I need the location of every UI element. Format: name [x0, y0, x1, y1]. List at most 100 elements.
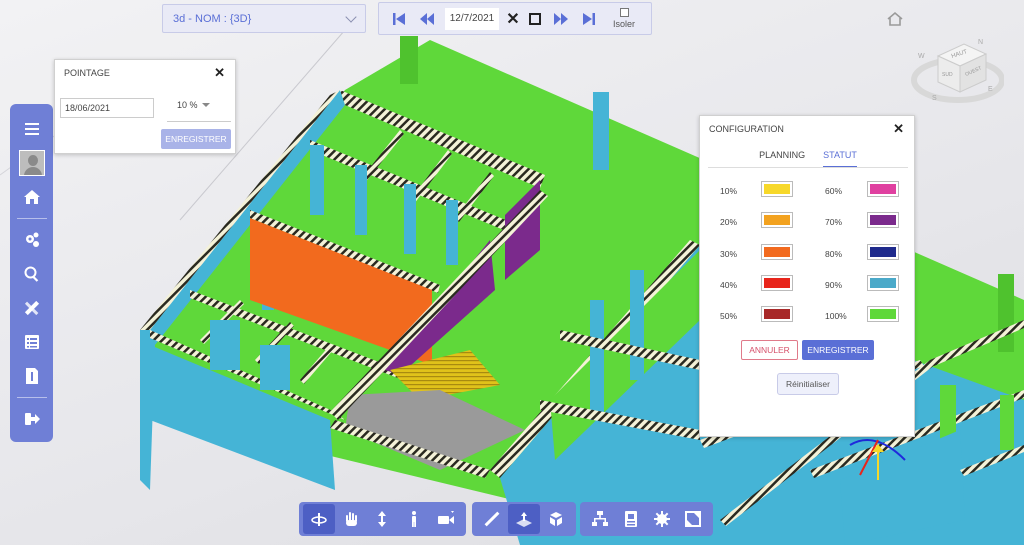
fullscreen-button[interactable]: [678, 504, 709, 534]
isoler-checkbox[interactable]: [619, 8, 629, 17]
swatch-fill: [764, 309, 790, 319]
percent-value: 10 %: [177, 100, 198, 110]
clear-date-icon[interactable]: ✕: [503, 9, 523, 29]
swatch-fill: [764, 184, 790, 194]
select-underline: [167, 121, 231, 122]
swatch-fill: [764, 215, 790, 225]
status-color-row: 40% 90%: [700, 275, 916, 295]
hand-icon: [345, 512, 357, 526]
left-sidebar: [10, 104, 53, 442]
status-percent-label: 80%: [825, 249, 843, 259]
navigation-toolbar: [299, 502, 466, 536]
measure-toolbar: [472, 502, 576, 536]
camera-button[interactable]: [430, 504, 462, 534]
rewind-button[interactable]: [413, 5, 441, 33]
status-percent-label: 10%: [720, 186, 738, 196]
pointage-save-button[interactable]: ENREGISTRER: [161, 129, 231, 149]
ruler-pencil-icon: [24, 300, 39, 316]
status-percent-label: 50%: [720, 311, 738, 321]
pointage-title: POINTAGE: [64, 68, 110, 78]
timeline-date[interactable]: 12/7/2021: [445, 7, 499, 30]
properties-button[interactable]: [615, 504, 646, 534]
timeline-toolbar: 12/7/2021 ✕ Isoler: [378, 2, 652, 35]
ruler-icon: [484, 511, 500, 527]
orbit-icon: [311, 513, 327, 526]
section-plane-icon: [516, 512, 532, 527]
sidebar-divider: [16, 397, 47, 398]
color-swatch[interactable]: [761, 275, 793, 291]
save-button[interactable]: ENREGISTRER: [802, 340, 874, 360]
pointage-panel: POINTAGE ✕ 18/06/2021 10 % ENREGISTRER: [54, 59, 236, 154]
fast-forward-button[interactable]: [547, 5, 575, 33]
home-button[interactable]: [10, 180, 53, 214]
list-button[interactable]: [10, 325, 53, 359]
list-icon: [24, 335, 39, 349]
color-swatch[interactable]: [761, 244, 793, 260]
zoom-button[interactable]: [367, 504, 399, 534]
logout-icon: [24, 413, 40, 425]
caret-down-icon: [201, 103, 210, 107]
swatch-fill: [764, 278, 790, 288]
section-plane-button[interactable]: [508, 504, 540, 534]
menu-button[interactable]: [10, 112, 53, 146]
tab-statut[interactable]: STATUT: [823, 150, 857, 167]
color-swatch[interactable]: [867, 181, 899, 197]
logout-button[interactable]: [10, 402, 53, 436]
color-swatch[interactable]: [867, 244, 899, 260]
settings-button[interactable]: [10, 223, 53, 257]
cube-explode-icon: [550, 512, 562, 526]
home-icon: [23, 190, 40, 204]
view-select[interactable]: 3d - NOM : {3D}: [162, 4, 366, 33]
skip-to-start-button[interactable]: [385, 5, 413, 33]
color-swatch[interactable]: [761, 306, 793, 322]
swatch-fill: [870, 184, 896, 194]
rewind-icon: [420, 12, 434, 25]
close-icon[interactable]: ✕: [214, 65, 225, 81]
walk-button[interactable]: [398, 504, 430, 534]
status-color-row: 30% 80%: [700, 244, 916, 264]
avatar[interactable]: [18, 150, 45, 176]
status-percent-label: 60%: [825, 186, 843, 196]
hierarchy-icon: [591, 511, 608, 526]
status-percent-label: 70%: [825, 217, 843, 227]
color-swatch[interactable]: [867, 212, 899, 228]
reset-button[interactable]: Réinitialiser: [777, 373, 839, 395]
navigation-cube[interactable]: HAUT SUD OUEST N E S W: [908, 36, 1004, 106]
skip-to-end-button[interactable]: [575, 5, 603, 33]
id-card-icon: [624, 511, 637, 527]
expand-icon: [685, 511, 702, 527]
view-select-value: 3d - NOM : {3D}: [173, 12, 252, 25]
swatch-fill: [870, 215, 896, 225]
status-color-row: 20% 70%: [700, 212, 916, 232]
search-button[interactable]: [10, 257, 53, 291]
orbit-button[interactable]: [303, 504, 335, 534]
compass-west: W: [918, 53, 925, 60]
color-swatch[interactable]: [867, 275, 899, 291]
pointage-date-input[interactable]: 18/06/2021: [60, 98, 154, 118]
color-swatch[interactable]: [761, 181, 793, 197]
close-icon[interactable]: ✕: [893, 121, 904, 137]
stop-square-icon[interactable]: [529, 12, 541, 25]
status-percent-label: 20%: [720, 217, 738, 227]
status-percent-label: 30%: [720, 249, 738, 259]
cancel-button[interactable]: ANNULER: [741, 340, 798, 360]
pan-button[interactable]: [335, 504, 367, 534]
home-view-icon[interactable]: [886, 10, 904, 28]
tools-button[interactable]: [10, 291, 53, 325]
swatch-fill: [870, 278, 896, 288]
document-button[interactable]: [10, 359, 53, 393]
compass-south: S: [932, 95, 937, 102]
hamburger-icon: [24, 123, 39, 135]
pointage-percent-select[interactable]: 10 %: [177, 100, 210, 110]
status-percent-label: 100%: [825, 311, 847, 321]
tab-planning[interactable]: PLANNING: [759, 150, 805, 167]
color-swatch[interactable]: [867, 306, 899, 322]
gear-icon: [654, 511, 671, 527]
isoler-toggle[interactable]: Isoler: [613, 8, 635, 29]
skip-start-icon: [393, 12, 405, 25]
explode-button[interactable]: [540, 504, 572, 534]
measure-button[interactable]: [476, 504, 508, 534]
color-swatch[interactable]: [761, 212, 793, 228]
viewer-settings-button[interactable]: [647, 504, 678, 534]
model-tree-button[interactable]: [584, 504, 615, 534]
